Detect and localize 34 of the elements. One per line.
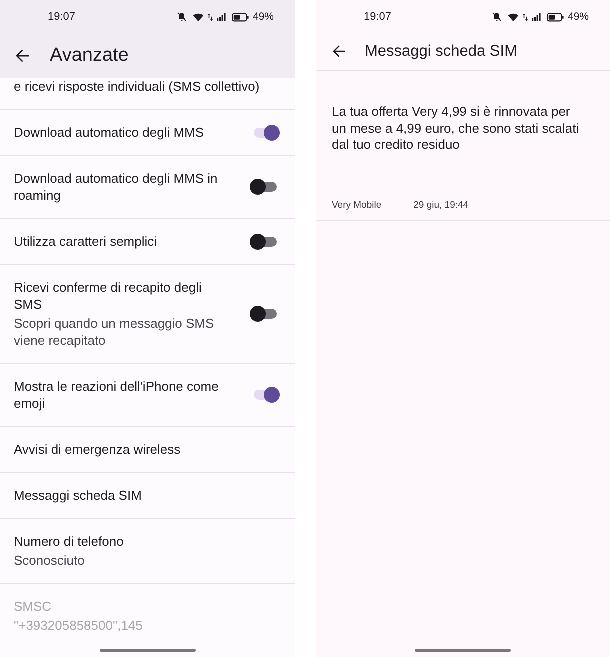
back-arrow-icon[interactable] xyxy=(333,45,346,58)
status-time: 19:07 xyxy=(364,11,392,23)
setting-value: Scopri quando un messaggio SMS viene recapitato xyxy=(14,315,216,349)
data-arrows-icon xyxy=(522,12,528,22)
setting-value: Sconosciuto xyxy=(14,552,86,569)
message-text: La tua offerta Very 4,99 si è rinnovata per un mese a 4,99 euro, che sono stati scalati dal tuo credito residuo xyxy=(332,104,580,154)
data-arrows-icon xyxy=(208,12,213,22)
setting-label: e ricevi risposte individuali (SMS collettivo) xyxy=(14,78,260,95)
mute-bell-icon xyxy=(492,12,502,22)
setting-label: Ricevi conferme di recapito degli SMS xyxy=(14,279,203,313)
wifi-icon xyxy=(192,12,204,22)
wifi-icon xyxy=(508,12,519,22)
battery-icon xyxy=(546,12,564,22)
battery-percent: 49% xyxy=(568,11,589,23)
screen-title: Messaggi scheda SIM xyxy=(365,42,518,60)
signal-bars-icon xyxy=(532,13,541,21)
setting-label: Messaggi scheda SIM xyxy=(14,487,142,504)
battery-icon xyxy=(232,12,249,22)
setting-label: Mostra le reazioni dell'iPhone come emoji xyxy=(14,378,220,412)
signal-bars-icon xyxy=(216,13,226,21)
message-time: 29 giu, 19:44 xyxy=(414,200,469,210)
setting-label: Download automatico degli MMS xyxy=(14,124,206,141)
back-arrow-icon[interactable] xyxy=(16,49,30,63)
setting-label: SMSC xyxy=(14,598,53,615)
battery-percent: 49% xyxy=(252,11,274,23)
setting-label: Avvisi di emergenza wireless xyxy=(14,441,181,458)
setting-label: Utilizza caratteri semplici xyxy=(14,233,158,250)
screen-title: Avanzate xyxy=(50,45,129,67)
setting-value: "+393205858500",145 xyxy=(14,617,143,634)
mute-bell-icon xyxy=(176,12,187,22)
status-time: 19:07 xyxy=(48,11,76,23)
setting-label: Numero di telefono xyxy=(14,533,124,550)
setting-label: Download automatico degli MMS in roaming xyxy=(14,170,219,204)
message-sender: Very Mobile xyxy=(332,200,382,210)
